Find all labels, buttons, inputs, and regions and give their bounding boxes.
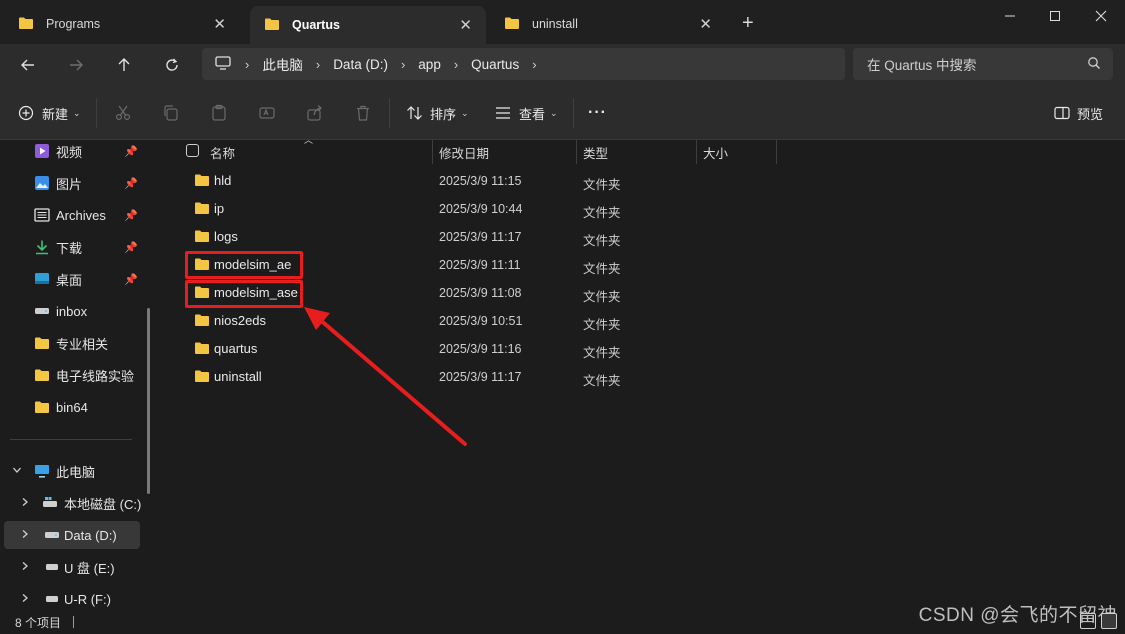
tiles-view-icon[interactable] <box>1101 613 1117 629</box>
divider <box>73 616 75 628</box>
details-view-icon[interactable] <box>1080 613 1096 629</box>
item-count: 8 个项目 <box>15 615 62 630</box>
annotation-arrow <box>304 307 467 446</box>
